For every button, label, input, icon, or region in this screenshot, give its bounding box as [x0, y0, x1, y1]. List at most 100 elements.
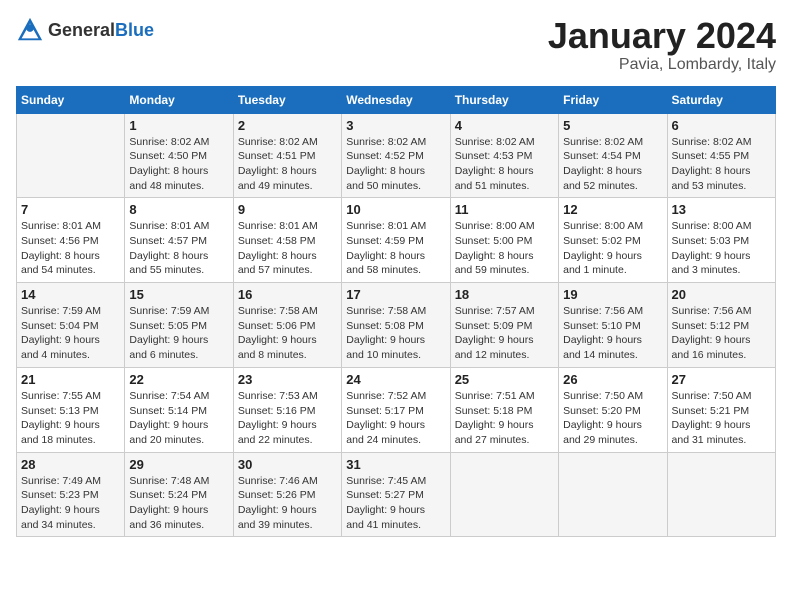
calendar-cell: 30 Sunrise: 7:46 AMSunset: 5:26 PMDayligh… [233, 452, 341, 537]
week-row-4: 21Sunrise: 7:55 AMSunset: 5:13 PMDayligh… [17, 367, 776, 452]
calendar-cell: 18 Sunrise: 7:57 AMSunset: 5:09 PMDayligh… [450, 283, 558, 368]
header-day-monday: Monday [125, 86, 233, 113]
day-number: 6 [672, 118, 771, 133]
day-info: Sunrise: 8:01 AMSunset: 4:56 PMDaylight:… [21, 219, 120, 278]
header-day-wednesday: Wednesday [342, 86, 450, 113]
calendar-cell [17, 113, 125, 198]
day-info: Sunrise: 7:50 AMSunset: 5:20 PMDaylight:… [563, 389, 662, 448]
calendar-cell: 29 Sunrise: 7:48 AMSunset: 5:24 PMDayligh… [125, 452, 233, 537]
calendar-cell: 23 Sunrise: 7:53 AMSunset: 5:16 PMDayligh… [233, 367, 341, 452]
day-number: 12 [563, 202, 662, 217]
calendar-cell: 19Sunrise: 7:56 AMSunset: 5:10 PMDayligh… [559, 283, 667, 368]
day-number: 4 [455, 118, 554, 133]
calendar-cell: 6 Sunrise: 8:02 AMSunset: 4:55 PMDaylight… [667, 113, 775, 198]
day-number: 29 [129, 457, 228, 472]
day-number: 7 [21, 202, 120, 217]
header-day-friday: Friday [559, 86, 667, 113]
calendar-cell: 14Sunrise: 7:59 AMSunset: 5:04 PMDayligh… [17, 283, 125, 368]
day-number: 10 [346, 202, 445, 217]
calendar-cell: 11Sunrise: 8:00 AMSunset: 5:00 PMDayligh… [450, 198, 558, 283]
day-number: 16 [238, 287, 337, 302]
day-number: 9 [238, 202, 337, 217]
calendar-cell: 17 Sunrise: 7:58 AMSunset: 5:08 PMDayligh… [342, 283, 450, 368]
day-info: Sunrise: 8:01 AMSunset: 4:57 PMDaylight:… [129, 219, 228, 278]
day-info: Sunrise: 7:48 AMSunset: 5:24 PMDaylight:… [129, 474, 228, 533]
day-number: 8 [129, 202, 228, 217]
logo-general-text: General [48, 20, 115, 40]
day-number: 2 [238, 118, 337, 133]
day-number: 20 [672, 287, 771, 302]
day-number: 23 [238, 372, 337, 387]
day-number: 22 [129, 372, 228, 387]
calendar-cell: 22 Sunrise: 7:54 AMSunset: 5:14 PMDayligh… [125, 367, 233, 452]
day-info: Sunrise: 7:56 AMSunset: 5:12 PMDaylight:… [672, 304, 771, 363]
calendar-cell [559, 452, 667, 537]
day-number: 5 [563, 118, 662, 133]
day-number: 25 [455, 372, 554, 387]
header-row: SundayMondayTuesdayWednesdayThursdayFrid… [17, 86, 776, 113]
day-number: 15 [129, 287, 228, 302]
week-row-3: 14Sunrise: 7:59 AMSunset: 5:04 PMDayligh… [17, 283, 776, 368]
calendar-cell [450, 452, 558, 537]
header-day-thursday: Thursday [450, 86, 558, 113]
calendar-header: SundayMondayTuesdayWednesdayThursdayFrid… [17, 86, 776, 113]
day-info: Sunrise: 7:58 AMSunset: 5:08 PMDaylight:… [346, 304, 445, 363]
calendar-cell: 8 Sunrise: 8:01 AMSunset: 4:57 PMDaylight… [125, 198, 233, 283]
week-row-1: 1Sunrise: 8:02 AMSunset: 4:50 PMDaylight… [17, 113, 776, 198]
day-info: Sunrise: 7:53 AMSunset: 5:16 PMDaylight:… [238, 389, 337, 448]
calendar-cell: 3Sunrise: 8:02 AMSunset: 4:52 PMDaylight… [342, 113, 450, 198]
day-info: Sunrise: 7:45 AMSunset: 5:27 PMDaylight:… [346, 474, 445, 533]
header-day-saturday: Saturday [667, 86, 775, 113]
calendar-cell: 4 Sunrise: 8:02 AMSunset: 4:53 PMDaylight… [450, 113, 558, 198]
day-number: 13 [672, 202, 771, 217]
calendar-body: 1Sunrise: 8:02 AMSunset: 4:50 PMDaylight… [17, 113, 776, 537]
calendar-location: Pavia, Lombardy, Italy [548, 56, 776, 74]
day-info: Sunrise: 7:46 AMSunset: 5:26 PMDaylight:… [238, 474, 337, 533]
day-number: 17 [346, 287, 445, 302]
day-info: Sunrise: 7:51 AMSunset: 5:18 PMDaylight:… [455, 389, 554, 448]
week-row-2: 7 Sunrise: 8:01 AMSunset: 4:56 PMDaylight… [17, 198, 776, 283]
day-info: Sunrise: 8:01 AMSunset: 4:59 PMDaylight:… [346, 219, 445, 278]
day-number: 28 [21, 457, 120, 472]
logo-icon [16, 16, 44, 44]
calendar-title: January 2024 [548, 16, 776, 56]
day-info: Sunrise: 8:02 AMSunset: 4:54 PMDaylight:… [563, 135, 662, 194]
day-info: Sunrise: 7:50 AMSunset: 5:21 PMDaylight:… [672, 389, 771, 448]
day-info: Sunrise: 7:56 AMSunset: 5:10 PMDaylight:… [563, 304, 662, 363]
calendar-cell: 7 Sunrise: 8:01 AMSunset: 4:56 PMDaylight… [17, 198, 125, 283]
calendar-cell: 24 Sunrise: 7:52 AMSunset: 5:17 PMDayligh… [342, 367, 450, 452]
calendar-cell: 15 Sunrise: 7:59 AMSunset: 5:05 PMDayligh… [125, 283, 233, 368]
calendar-cell: 2 Sunrise: 8:02 AMSunset: 4:51 PMDaylight… [233, 113, 341, 198]
day-info: Sunrise: 7:57 AMSunset: 5:09 PMDaylight:… [455, 304, 554, 363]
day-number: 18 [455, 287, 554, 302]
day-info: Sunrise: 7:52 AMSunset: 5:17 PMDaylight:… [346, 389, 445, 448]
logo: GeneralBlue [16, 16, 154, 44]
day-info: Sunrise: 7:55 AMSunset: 5:13 PMDaylight:… [21, 389, 120, 448]
week-row-5: 28 Sunrise: 7:49 AMSunset: 5:23 PMDayligh… [17, 452, 776, 537]
day-number: 24 [346, 372, 445, 387]
calendar-cell: 27Sunrise: 7:50 AMSunset: 5:21 PMDayligh… [667, 367, 775, 452]
header-day-sunday: Sunday [17, 86, 125, 113]
day-number: 14 [21, 287, 120, 302]
calendar-cell: 9Sunrise: 8:01 AMSunset: 4:58 PMDaylight… [233, 198, 341, 283]
day-info: Sunrise: 7:59 AMSunset: 5:05 PMDaylight:… [129, 304, 228, 363]
day-info: Sunrise: 8:02 AMSunset: 4:55 PMDaylight:… [672, 135, 771, 194]
day-info: Sunrise: 7:49 AMSunset: 5:23 PMDaylight:… [21, 474, 120, 533]
day-number: 30 [238, 457, 337, 472]
day-number: 31 [346, 457, 445, 472]
header-day-tuesday: Tuesday [233, 86, 341, 113]
logo-blue-text: Blue [115, 20, 154, 40]
calendar-cell: 28 Sunrise: 7:49 AMSunset: 5:23 PMDayligh… [17, 452, 125, 537]
day-number: 26 [563, 372, 662, 387]
day-info: Sunrise: 8:02 AMSunset: 4:53 PMDaylight:… [455, 135, 554, 194]
day-info: Sunrise: 7:58 AMSunset: 5:06 PMDaylight:… [238, 304, 337, 363]
title-block: January 2024 Pavia, Lombardy, Italy [548, 16, 776, 74]
calendar-cell [667, 452, 775, 537]
day-number: 3 [346, 118, 445, 133]
day-info: Sunrise: 7:54 AMSunset: 5:14 PMDaylight:… [129, 389, 228, 448]
calendar-cell: 13Sunrise: 8:00 AMSunset: 5:03 PMDayligh… [667, 198, 775, 283]
calendar-cell: 31 Sunrise: 7:45 AMSunset: 5:27 PMDayligh… [342, 452, 450, 537]
day-info: Sunrise: 8:02 AMSunset: 4:51 PMDaylight:… [238, 135, 337, 194]
day-number: 1 [129, 118, 228, 133]
calendar-cell: 25 Sunrise: 7:51 AMSunset: 5:18 PMDayligh… [450, 367, 558, 452]
